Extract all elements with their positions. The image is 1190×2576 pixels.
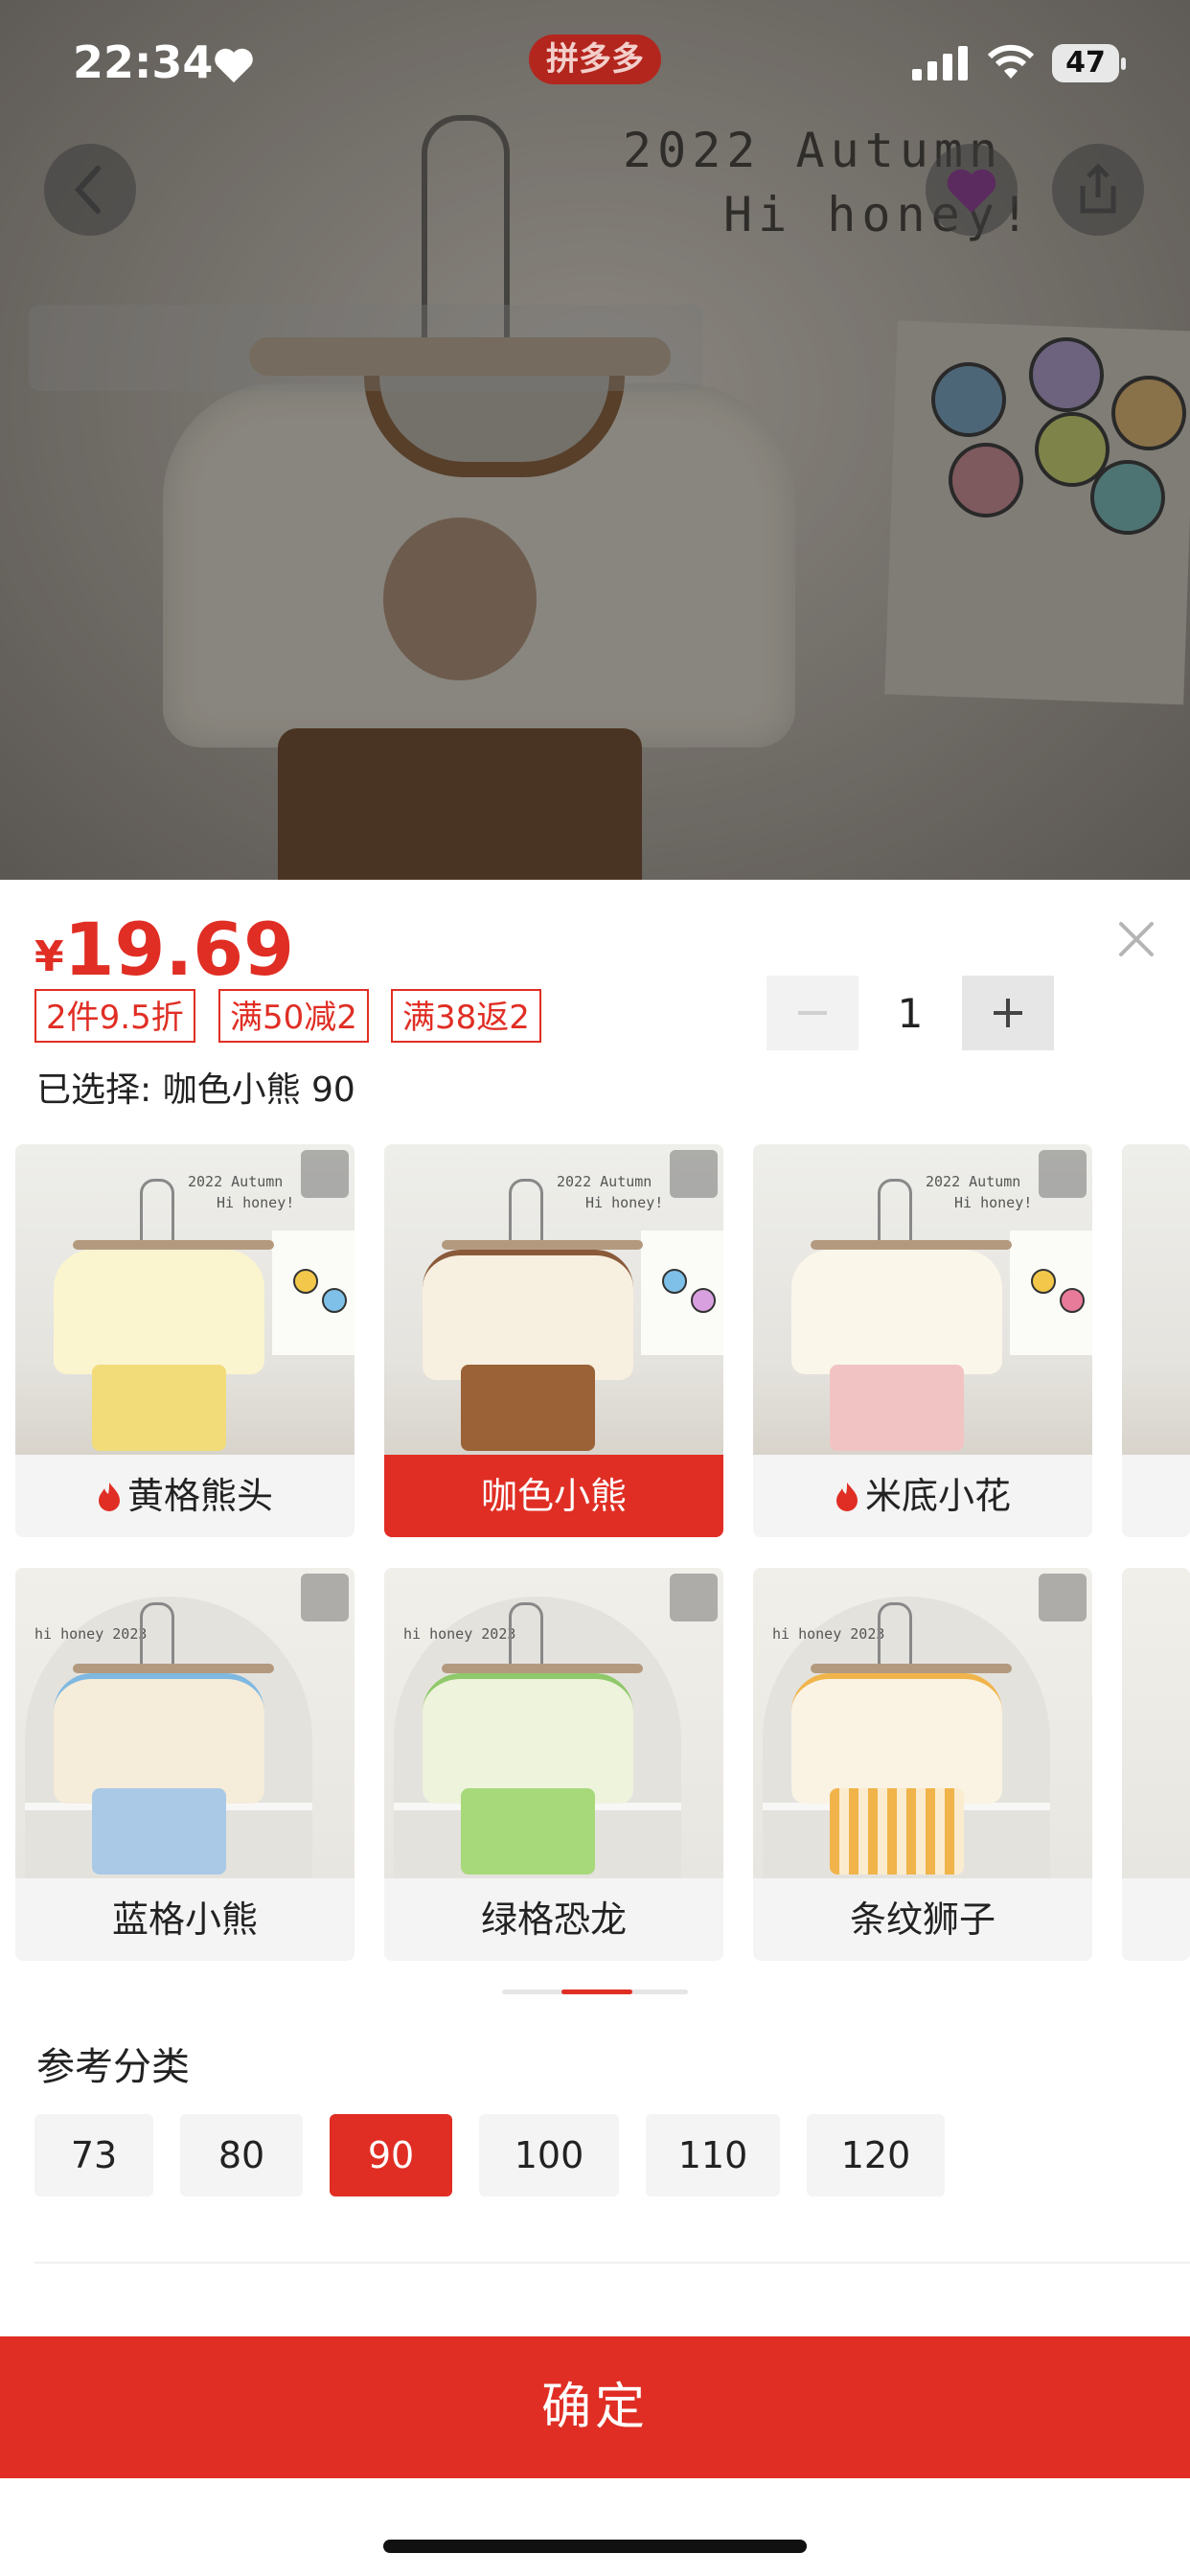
variant-option[interactable]: 2022 Autumn Hi honey! 米底小花: [753, 1144, 1092, 1537]
variant-label: 蓝格小熊: [15, 1878, 355, 1961]
variant-label: 米底小花: [753, 1455, 1092, 1537]
divider: [34, 2262, 1190, 2264]
size-option[interactable]: 80: [180, 2114, 303, 2196]
variant-image-caption: Hi honey!: [954, 1194, 1033, 1211]
expand-image-button[interactable]: [1039, 1574, 1087, 1622]
variant-image-caption: 2022 Autumn: [926, 1173, 1021, 1190]
variant-image-caption: Hi honey!: [217, 1194, 295, 1211]
variant-option[interactable]: 2022 Autumn Hi honey! 黄格熊头: [15, 1144, 355, 1537]
home-indicator[interactable]: [383, 2540, 807, 2553]
expand-image-button[interactable]: [670, 1150, 718, 1198]
scroll-thumb: [561, 1990, 632, 1994]
quantity-value[interactable]: 1: [862, 979, 958, 1048]
app-badge: 拼多多: [529, 34, 661, 84]
variant-option[interactable]: hi honey 2023 条纹狮子: [753, 1568, 1092, 1961]
close-button[interactable]: [1111, 914, 1161, 964]
notice-bar: [29, 305, 703, 391]
cellular-signal-icon: [912, 46, 968, 80]
price: ¥19.69: [34, 907, 294, 992]
wifi-icon: [987, 44, 1035, 79]
favorite-button[interactable]: [926, 144, 1018, 236]
size-option-selected[interactable]: 90: [330, 2114, 452, 2196]
variant-image-caption: hi honey 2023: [772, 1625, 885, 1643]
size-section-title: 参考分类: [36, 2045, 190, 2089]
share-button[interactable]: [1052, 144, 1144, 236]
variant-image-caption: 2022 Autumn: [557, 1173, 652, 1190]
quantity-increase-button[interactable]: [962, 976, 1054, 1050]
promo-tag: 满50减2: [218, 989, 369, 1043]
share-icon: [1080, 163, 1116, 214]
size-option[interactable]: 110: [646, 2114, 780, 2196]
heart-icon: [215, 48, 253, 83]
status-time: 22:34: [73, 36, 214, 88]
variant-image: [1122, 1568, 1190, 1878]
size-option[interactable]: 73: [34, 2114, 153, 2196]
variant-option-partial[interactable]: [1122, 1144, 1190, 1537]
back-button[interactable]: [44, 144, 136, 236]
expand-image-button[interactable]: [1039, 1150, 1087, 1198]
variant-image-caption: 2022 Autumn: [188, 1173, 284, 1190]
variant-image-caption: hi honey 2023: [403, 1625, 516, 1643]
battery-icon: 47: [1052, 44, 1127, 82]
flame-icon: [98, 1483, 120, 1511]
dim-overlay[interactable]: [0, 0, 1190, 880]
variant-label: 条纹狮子: [753, 1878, 1092, 1961]
close-icon: [1119, 922, 1154, 956]
variant-option[interactable]: hi honey 2023 绿格恐龙: [384, 1568, 723, 1961]
sku-selection-sheet: ¥19.69 2件9.5折 满50减2 满38返2 1 已选择: 咖色小熊 90…: [0, 880, 1190, 2576]
variant-image: [1122, 1144, 1190, 1455]
variant-image-caption: hi honey 2023: [34, 1625, 148, 1643]
battery-level: 47: [1065, 46, 1106, 80]
flame-icon: [835, 1483, 858, 1511]
selected-summary: 已选择: 咖色小熊 90: [36, 1070, 355, 1110]
variant-scroll-indicator: [502, 1990, 688, 1994]
size-option[interactable]: 120: [807, 2114, 945, 2196]
price-symbol: ¥: [34, 932, 64, 981]
expand-image-button[interactable]: [670, 1574, 718, 1622]
size-option[interactable]: 100: [479, 2114, 619, 2196]
variant-option-selected[interactable]: 2022 Autumn Hi honey! 咖色小熊: [384, 1144, 723, 1537]
chevron-left-icon: [74, 166, 101, 214]
product-image-backdrop[interactable]: 2022 Autumn Hi honey! 22:34 拼多多 47: [0, 0, 1190, 880]
expand-image-button[interactable]: [301, 1150, 349, 1198]
price-value: 19.69: [63, 907, 295, 992]
expand-image-button[interactable]: [301, 1574, 349, 1622]
promo-tag: 2件9.5折: [34, 989, 195, 1043]
variant-label: 咖色小熊: [384, 1455, 723, 1537]
heart-outline-icon: [947, 169, 996, 213]
promo-tag: 满38返2: [391, 989, 541, 1043]
variant-option[interactable]: hi honey 2023 蓝格小熊: [15, 1568, 355, 1961]
variant-label: 黄格熊头: [15, 1455, 355, 1537]
variant-label: 绿格恐龙: [384, 1878, 723, 1961]
quantity-decrease-button[interactable]: [767, 976, 858, 1050]
minus-icon: [798, 1011, 827, 1015]
variant-option-partial[interactable]: [1122, 1568, 1190, 1961]
confirm-button[interactable]: 确定: [0, 2336, 1190, 2478]
variant-image-caption: Hi honey!: [585, 1194, 664, 1211]
